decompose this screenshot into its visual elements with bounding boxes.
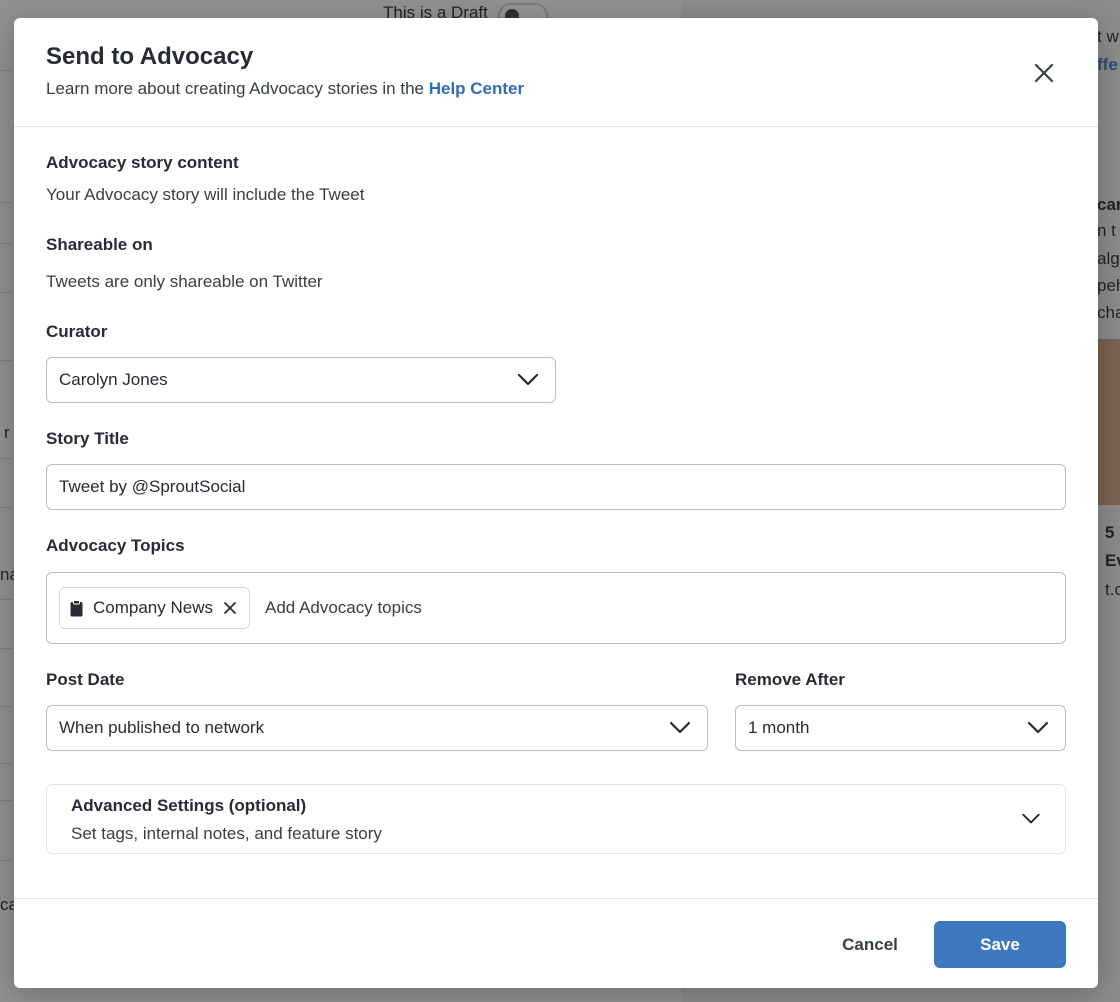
add-topics-input[interactable] bbox=[265, 598, 665, 618]
post-date-value: When published to network bbox=[59, 718, 265, 737]
chevron-down-icon bbox=[517, 373, 539, 386]
advanced-settings-subtitle: Set tags, internal notes, and feature st… bbox=[71, 824, 382, 843]
advocacy-topics-field[interactable]: Company News bbox=[46, 572, 1066, 644]
remove-after-value: 1 month bbox=[748, 718, 810, 737]
advocacy-topics-label: Advocacy Topics bbox=[46, 536, 185, 555]
cancel-button[interactable]: Cancel bbox=[826, 921, 914, 969]
remove-after-label: Remove After bbox=[735, 670, 845, 689]
post-date-label: Post Date bbox=[46, 670, 125, 689]
story-title-value: Tweet by @SproutSocial bbox=[59, 477, 246, 496]
modal-footer: Cancel Save bbox=[14, 898, 1098, 988]
post-date-select[interactable]: When published to network bbox=[46, 705, 708, 751]
curator-select[interactable]: Carolyn Jones bbox=[46, 357, 556, 403]
close-button[interactable] bbox=[1030, 59, 1058, 87]
remove-after-select[interactable]: 1 month bbox=[735, 705, 1066, 751]
curator-value: Carolyn Jones bbox=[59, 370, 168, 389]
topic-chip[interactable]: Company News bbox=[59, 587, 250, 629]
shareable-label: Shareable on bbox=[46, 235, 153, 254]
clipboard-icon bbox=[70, 599, 83, 616]
topic-chip-label: Company News bbox=[93, 598, 213, 617]
close-icon bbox=[1034, 63, 1054, 83]
send-to-advocacy-modal: Send to Advocacy Learn more about creati… bbox=[14, 18, 1098, 988]
remove-topic-icon[interactable] bbox=[223, 601, 237, 615]
subtitle-text: Learn more about creating Advocacy stori… bbox=[46, 79, 429, 98]
shareable-text: Tweets are only shareable on Twitter bbox=[46, 272, 323, 291]
modal-title: Send to Advocacy bbox=[46, 43, 254, 70]
modal-header: Send to Advocacy Learn more about creati… bbox=[14, 18, 1098, 127]
help-center-link[interactable]: Help Center bbox=[429, 79, 524, 98]
chevron-down-icon bbox=[669, 721, 691, 734]
story-title-label: Story Title bbox=[46, 429, 129, 448]
chevron-down-icon bbox=[1027, 721, 1049, 734]
modal-subtitle: Learn more about creating Advocacy stori… bbox=[46, 79, 524, 99]
save-button[interactable]: Save bbox=[934, 921, 1066, 968]
advanced-settings-title: Advanced Settings (optional) bbox=[71, 796, 307, 815]
story-title-input[interactable]: Tweet by @SproutSocial bbox=[46, 464, 1066, 510]
chevron-down-icon bbox=[1022, 813, 1040, 824]
curator-label: Curator bbox=[46, 322, 108, 341]
advanced-settings-accordion[interactable]: Advanced Settings (optional) Set tags, i… bbox=[46, 784, 1066, 854]
story-content-text: Your Advocacy story will include the Twe… bbox=[46, 185, 365, 204]
story-content-label: Advocacy story content bbox=[46, 153, 239, 172]
